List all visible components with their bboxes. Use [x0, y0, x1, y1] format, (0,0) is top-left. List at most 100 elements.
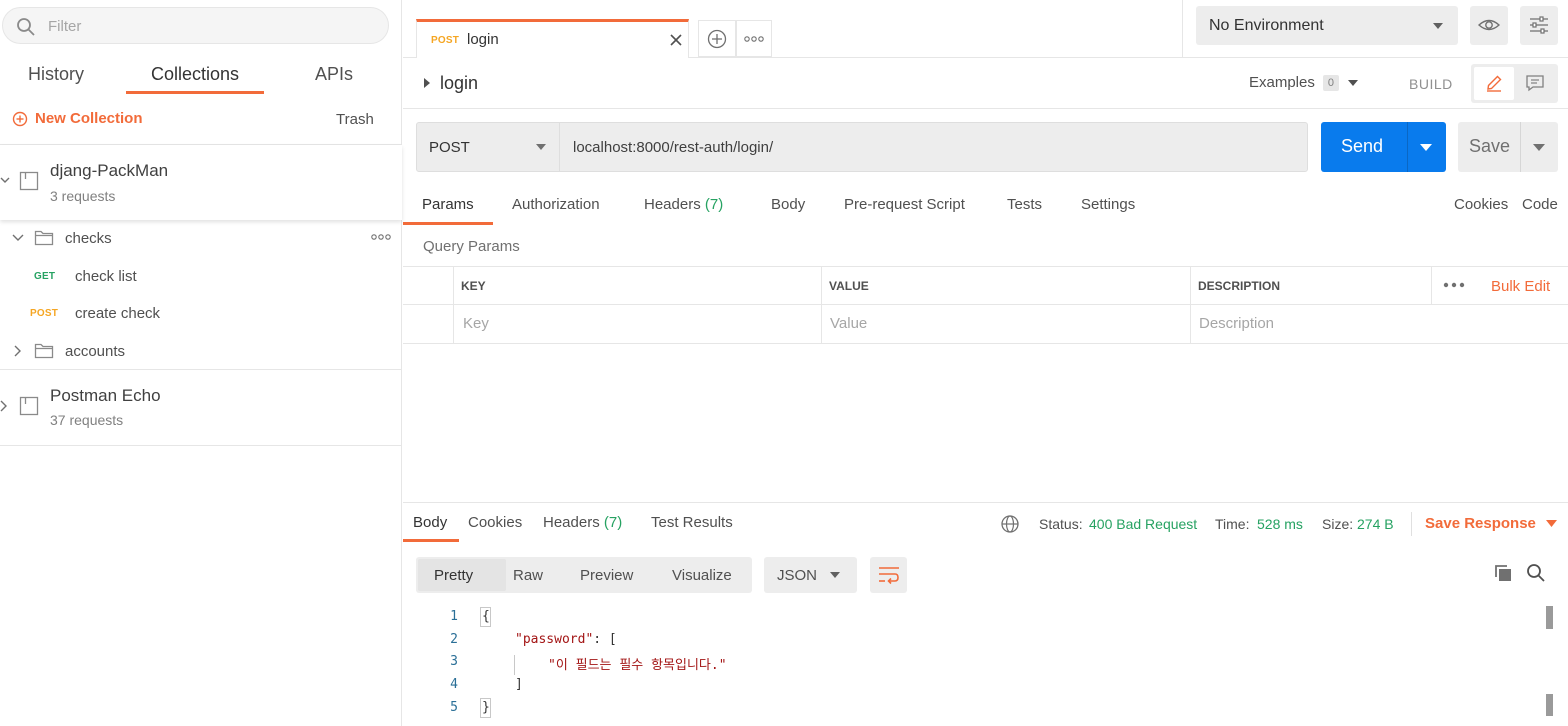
tab-apis[interactable]: APIs [315, 64, 353, 85]
collection-item[interactable]: Postman Echo 37 requests [0, 370, 402, 445]
tab-body[interactable]: Body [771, 196, 805, 213]
more-options-icon [744, 35, 764, 43]
comments-button[interactable] [1516, 67, 1556, 100]
caret-down-icon[interactable] [1533, 144, 1545, 152]
environment-select[interactable]: No Environment [1196, 6, 1458, 45]
collection-icon [19, 171, 39, 191]
tab-params[interactable]: Params [422, 196, 474, 213]
filter-input[interactable]: Filter [2, 7, 389, 44]
collection-icon [19, 396, 39, 416]
table-border [453, 266, 454, 344]
save-response-button[interactable]: Save Response [1425, 515, 1557, 532]
more-options-icon[interactable] [1443, 282, 1465, 288]
divider [0, 445, 402, 446]
divider [1182, 0, 1183, 57]
format-select[interactable]: JSON [764, 557, 857, 593]
active-tab-indicator [403, 539, 459, 542]
format-value: JSON [777, 567, 818, 584]
indent-guide [514, 655, 515, 675]
request-breadcrumb[interactable]: login [440, 73, 478, 94]
method-select[interactable]: POST [416, 122, 560, 172]
manage-environments-button[interactable] [1520, 6, 1558, 45]
new-collection-label: New Collection [35, 110, 143, 127]
trash-button[interactable]: Trash [336, 111, 374, 128]
size-value[interactable]: 274 B [1357, 516, 1394, 532]
view-preview[interactable]: Preview [580, 567, 633, 584]
add-circle-icon [12, 111, 28, 127]
cookies-link[interactable]: Cookies [1454, 196, 1508, 213]
tab-headers[interactable]: Headers (7) [644, 196, 723, 213]
folder-icon [34, 342, 54, 359]
response-tab-test-results[interactable]: Test Results [651, 514, 733, 531]
caret-right-icon[interactable] [423, 78, 431, 88]
description-input[interactable]: Description [1199, 315, 1274, 332]
new-collection-button[interactable]: New Collection [12, 110, 143, 127]
url-input[interactable]: localhost:8000/rest-auth/login/ [559, 122, 1308, 172]
chevron-down-icon[interactable] [12, 233, 24, 243]
request-tab[interactable]: POST login [416, 19, 689, 58]
folder-item[interactable]: accounts [0, 338, 402, 366]
view-raw[interactable]: Raw [513, 567, 543, 584]
status-value[interactable]: 400 Bad Request [1089, 516, 1197, 532]
globe-icon[interactable] [1000, 514, 1020, 534]
column-header-value: VALUE [829, 279, 869, 293]
url-value: localhost:8000/rest-auth/login/ [573, 139, 774, 156]
environment-value: No Environment [1209, 17, 1324, 34]
active-tab-indicator [403, 222, 493, 225]
collection-name: Postman Echo [50, 386, 161, 405]
tab-collections[interactable]: Collections [151, 64, 239, 85]
collection-item[interactable]: djang-PackMan 3 requests [0, 145, 402, 220]
folder-item[interactable]: checks [0, 225, 402, 253]
scrollbar-thumb[interactable] [1546, 694, 1553, 716]
wrap-lines-button[interactable] [870, 557, 907, 593]
time-label: Time: [1215, 516, 1250, 532]
tab-options-button[interactable] [736, 20, 772, 57]
save-label: Save [1469, 136, 1511, 156]
chevron-down-icon[interactable] [0, 175, 10, 185]
copy-icon[interactable] [1493, 563, 1513, 583]
examples-dropdown[interactable]: Examples 0 [1249, 74, 1359, 91]
json-punct: : [ [593, 632, 617, 647]
tab-settings[interactable]: Settings [1081, 196, 1135, 213]
tab-history[interactable]: History [28, 64, 84, 85]
edit-mode-button[interactable] [1474, 67, 1514, 100]
search-icon [16, 17, 36, 37]
response-tab-body[interactable]: Body [413, 514, 447, 531]
response-tab-headers[interactable]: Headers (7) [543, 514, 622, 531]
time-value[interactable]: 528 ms [1257, 516, 1303, 532]
response-tab-headers-count: (7) [603, 514, 623, 531]
tab-tests[interactable]: Tests [1007, 196, 1042, 213]
send-button[interactable]: Send [1321, 122, 1446, 172]
view-visualize[interactable]: Visualize [672, 567, 732, 584]
environment-quick-look-button[interactable] [1470, 6, 1508, 45]
value-input[interactable]: Value [830, 315, 867, 332]
request-tab-method: POST [431, 35, 460, 46]
sliders-icon [1528, 15, 1550, 35]
code-line: ] [515, 677, 523, 692]
key-input[interactable]: Key [463, 315, 489, 332]
size-label: Size: [1322, 516, 1354, 532]
more-options-icon[interactable] [371, 233, 391, 241]
code-link[interactable]: Code [1522, 196, 1558, 213]
new-tab-button[interactable] [698, 20, 736, 57]
tab-authorization[interactable]: Authorization [512, 196, 600, 213]
save-button[interactable]: Save [1458, 122, 1558, 172]
request-item[interactable]: POST create check [0, 301, 402, 327]
chevron-right-icon[interactable] [12, 345, 22, 357]
code-line: "password": [ [515, 632, 617, 647]
caret-down-icon[interactable] [1420, 144, 1432, 152]
bulk-edit-link[interactable]: Bulk Edit [1491, 278, 1550, 295]
response-body-editor[interactable]: 1 2 3 4 5 { "password": [ "이 필드는 필수 항목입니… [416, 603, 1556, 726]
request-item[interactable]: GET check list [0, 264, 402, 290]
view-pretty[interactable]: Pretty [434, 567, 473, 584]
search-icon[interactable] [1526, 563, 1546, 583]
folder-name: accounts [65, 343, 126, 360]
tab-prerequest-script[interactable]: Pre-request Script [844, 196, 965, 213]
response-tab-cookies[interactable]: Cookies [468, 514, 522, 531]
status-label: Status: [1039, 516, 1083, 532]
tab-headers-label: Headers [644, 196, 701, 213]
close-icon[interactable] [669, 33, 683, 47]
scrollbar-thumb[interactable] [1546, 606, 1553, 629]
chevron-right-icon[interactable] [0, 400, 8, 412]
column-header-description: DESCRIPTION [1198, 279, 1281, 293]
